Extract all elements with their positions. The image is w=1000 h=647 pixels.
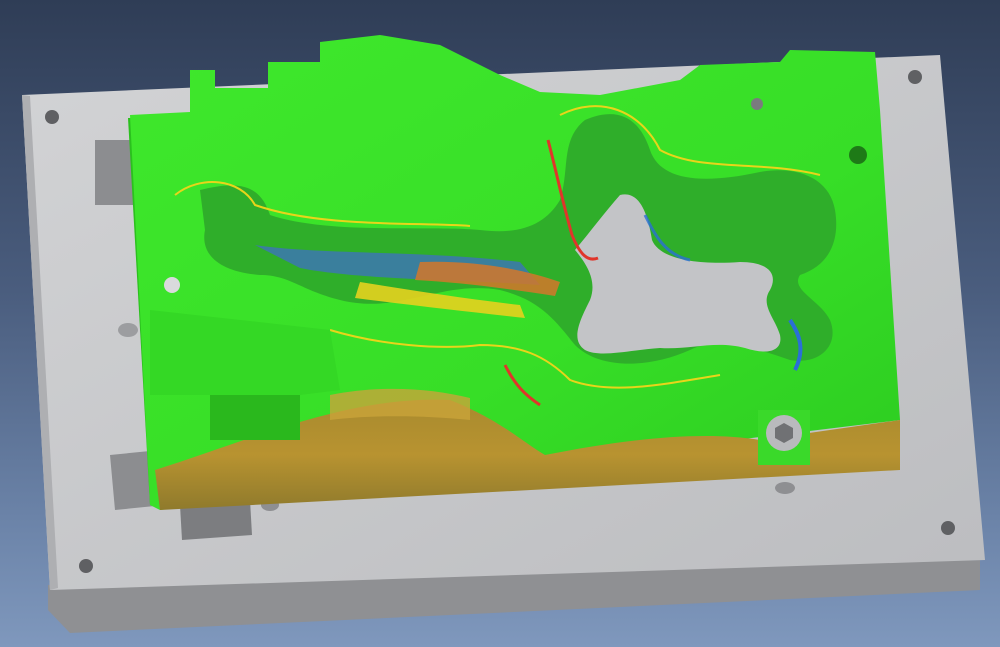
model-render[interactable] xyxy=(0,0,1000,647)
dowel-pin xyxy=(118,323,138,337)
mounting-hole xyxy=(908,70,922,84)
cavity-insert xyxy=(128,35,900,510)
bolt-pocket-right xyxy=(758,410,810,465)
dowel-pin xyxy=(775,482,795,494)
ejector-hole xyxy=(164,277,180,293)
mounting-hole xyxy=(79,559,93,573)
step-block-face xyxy=(210,395,300,440)
plate-slot xyxy=(95,140,135,205)
3d-viewport[interactable] xyxy=(0,0,1000,647)
ejector-hole xyxy=(849,146,867,164)
mounting-hole xyxy=(45,110,59,124)
mounting-hole xyxy=(941,521,955,535)
ejector-hole xyxy=(751,98,763,110)
